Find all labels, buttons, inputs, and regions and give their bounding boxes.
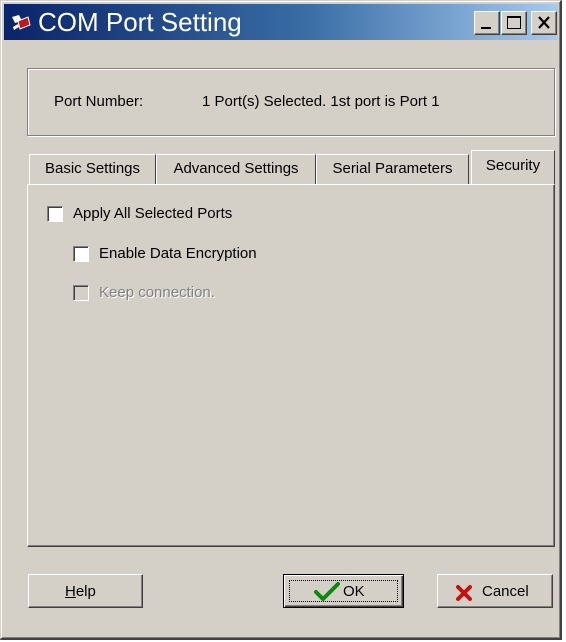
tab-security[interactable]: Security [471, 150, 555, 184]
cancel-button[interactable]: Cancel [437, 574, 553, 608]
enable-encryption-checkbox[interactable] [73, 246, 89, 262]
checkmark-icon [314, 582, 340, 601]
apply-all-ports-checkbox[interactable] [47, 206, 63, 222]
minimize-button[interactable] [474, 11, 500, 35]
close-button[interactable] [531, 11, 557, 35]
maximize-button[interactable] [501, 11, 527, 35]
tab-serial-parameters[interactable]: Serial Parameters [316, 154, 469, 184]
cancel-x-icon [456, 585, 472, 601]
ok-button[interactable]: OK [283, 574, 404, 608]
title-bar[interactable]: COM Port Setting [4, 4, 558, 40]
port-number-label: Port Number: [54, 93, 144, 110]
tab-basic-settings[interactable]: Basic Settings [29, 154, 156, 184]
cancel-button-label: Cancel [482, 583, 529, 600]
minimize-icon [481, 27, 491, 29]
ok-button-label: OK [343, 583, 365, 600]
window-title: COM Port Setting [38, 7, 242, 37]
port-number-value: 1 Port(s) Selected. 1st port is Port 1 [202, 93, 440, 110]
com-port-setting-dialog: COM Port Setting Port Number: 1 Port(s) … [0, 0, 562, 640]
enable-encryption-label: Enable Data Encryption [99, 245, 257, 262]
close-icon [538, 16, 550, 29]
security-tab-panel: Apply All Selected Ports Enable Data Enc… [27, 184, 555, 547]
maximize-icon [507, 16, 521, 29]
tab-advanced-settings[interactable]: Advanced Settings [156, 154, 316, 184]
apply-all-ports-label: Apply All Selected Ports [73, 205, 233, 222]
keep-connection-label: Keep connection. [99, 284, 215, 301]
keep-connection-checkbox [73, 285, 89, 301]
help-button[interactable]: Help [28, 574, 143, 608]
app-icon [12, 15, 31, 30]
port-info-group: Port Number: 1 Port(s) Selected. 1st por… [27, 68, 555, 136]
help-button-label: Help [65, 583, 96, 600]
